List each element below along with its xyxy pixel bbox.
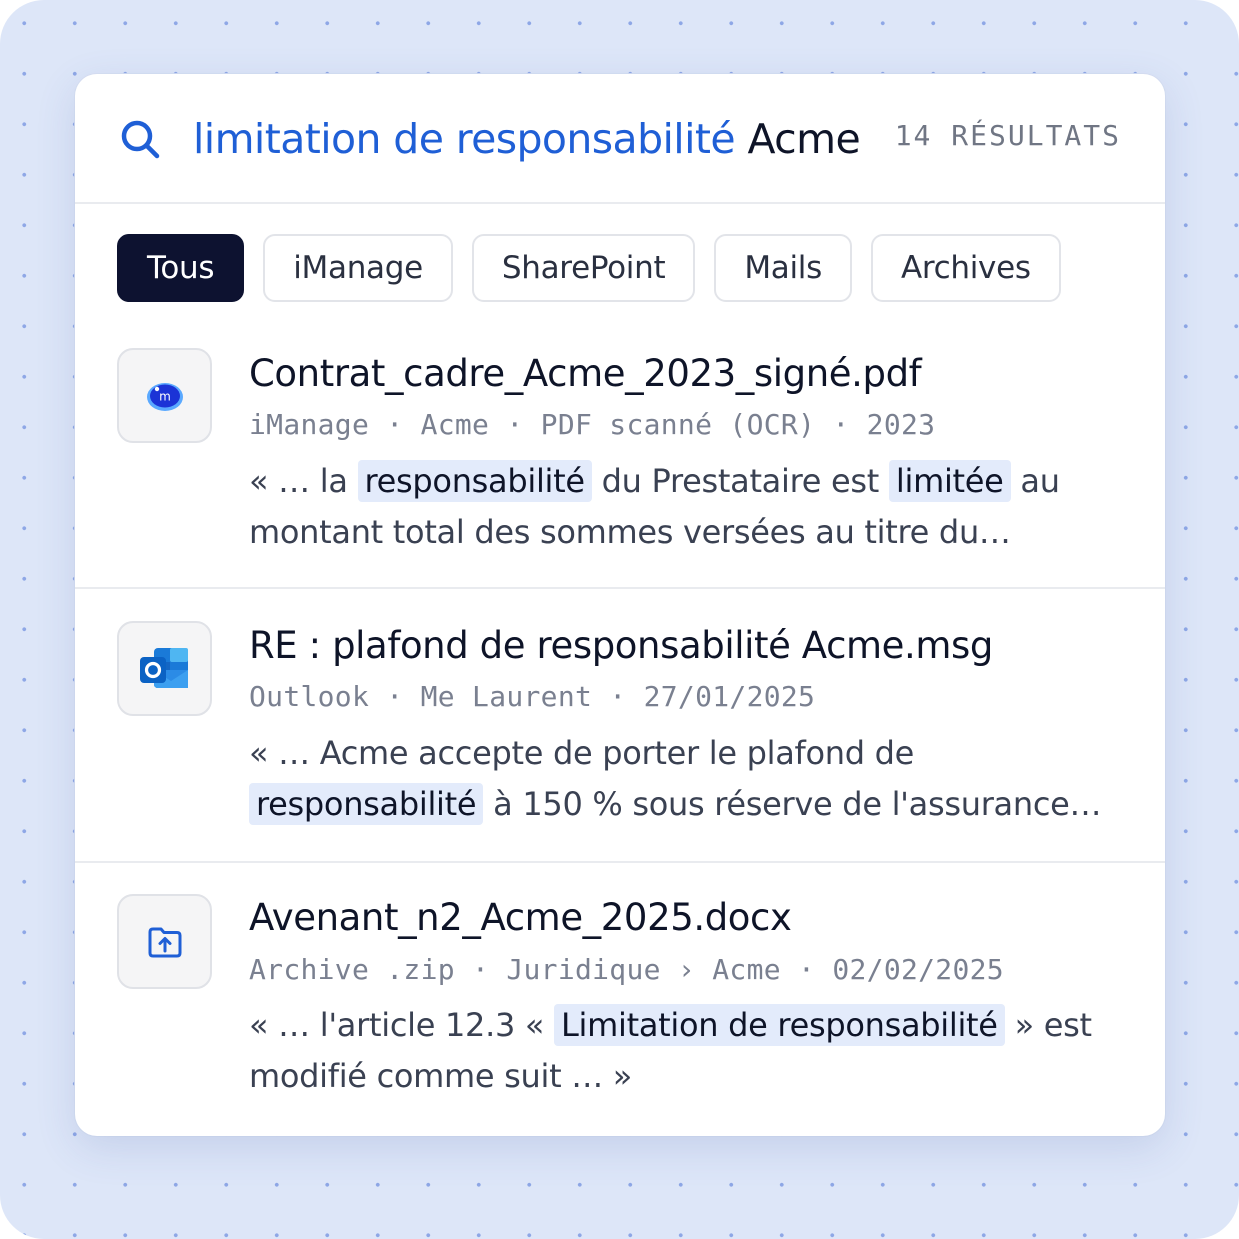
result-meta: Archive .zip · Juridique › Acme · 02/02/… [249,953,1004,986]
snippet-text: « … la [249,462,358,500]
result-source-tile [117,894,212,989]
filter-archives[interactable]: Archives [870,234,1061,302]
search-icon [121,120,160,159]
imanage-icon: m [146,382,183,411]
filter-mails[interactable]: Mails [714,234,852,302]
result-source-tile [117,621,212,716]
result-title[interactable]: Avenant_n2_Acme_2025.docx [249,894,792,942]
query-rest: Acme [747,115,861,163]
result-snippet: « … l'article 12.3 « Limitation de respo… [249,1000,1129,1102]
folder-upload-icon [148,927,181,957]
result-snippet: « … Acme accepte de porter le plafond de… [249,728,1129,830]
snippet-text: à 150 % sous réserve de l'assurance… [483,785,1102,823]
search-query[interactable]: limitation de responsabilité Acme [193,112,861,166]
result-count: 14 RÉSULTATS [894,119,1121,152]
result-meta: iManage · Acme · PDF scanné (OCR) · 2023 [249,408,936,441]
filter-imanage[interactable]: iManage [263,234,453,302]
snippet-highlight: responsabilité [249,783,484,825]
search-bar[interactable]: limitation de responsabilité Acme 14 RÉS… [75,74,1165,204]
outlook-icon [139,647,188,688]
result-item[interactable]: m Contrat_cadre_Acme_2023_signé.pdf iMan… [75,332,1165,589]
result-item[interactable]: Avenant_n2_Acme_2025.docx Archive .zip ·… [75,864,1165,1136]
filter-tous[interactable]: Tous [117,234,245,302]
result-title[interactable]: RE : plafond de responsabilité Acme.msg [249,622,993,670]
result-source-tile: m [117,348,212,443]
result-item[interactable]: RE : plafond de responsabilité Acme.msg … [75,590,1165,863]
snippet-text: du Prestataire est [591,462,889,500]
snippet-highlight: Limitation de responsabilité [554,1004,1005,1046]
source-filters: Tous iManage SharePoint Mails Archives [117,234,1061,306]
result-snippet: « … la responsabilité du Prestataire est… [249,456,1129,558]
snippet-text: « … Acme accepte de porter le plafond de [249,734,915,772]
filter-sharepoint[interactable]: SharePoint [471,234,696,302]
dotted-background: limitation de responsabilité Acme 14 RÉS… [0,0,1239,1239]
snippet-highlight: limitée [888,460,1011,502]
result-title[interactable]: Contrat_cadre_Acme_2023_signé.pdf [249,350,922,398]
search-panel: limitation de responsabilité Acme 14 RÉS… [75,74,1165,1136]
snippet-text: « … l'article 12.3 « [249,1006,555,1044]
svg-text:m: m [159,389,171,403]
result-meta: Outlook · Me Laurent · 27/01/2025 [249,680,816,713]
query-highlighted-terms: limitation de responsabilité [193,115,736,163]
snippet-highlight: responsabilité [357,460,592,502]
